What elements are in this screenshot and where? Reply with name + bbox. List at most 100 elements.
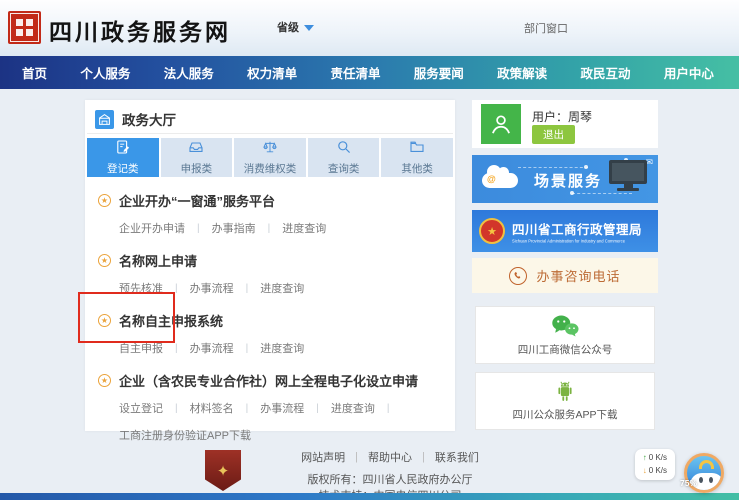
separator: | <box>387 403 390 414</box>
at-icon: @ <box>487 174 496 184</box>
service-title-text: 企业开办“一窗通”服务平台 <box>119 191 275 210</box>
nav-item[interactable]: 服务要闻 <box>414 63 464 82</box>
decor-dot <box>570 191 574 195</box>
hall-icon <box>95 110 114 129</box>
aic-banner[interactable]: ★ 四川省工商行政管理局 Sichuan Provincial Administ… <box>472 210 658 252</box>
service-link[interactable]: 设立登记 <box>119 400 163 416</box>
main-nav: 首页 个人服务 法人服务 权力清单 责任清单 服务要闻 政策解读 政民互动 用户中心 <box>0 56 739 89</box>
service-links: 自主申报|办事流程|进度查询 <box>119 340 443 356</box>
service-link[interactable]: 办事指南 <box>212 220 256 236</box>
nav-item[interactable]: 政策解读 <box>497 63 547 82</box>
wechat-card[interactable]: 四川工商微信公众号 <box>475 306 655 364</box>
service-title-text: 名称自主申报系统 <box>119 311 223 330</box>
service-links: 预先核准 | 办事流程 | 进度查询 <box>119 280 443 296</box>
download-arrow-icon: ↓ <box>643 466 647 475</box>
service-link[interactable]: 办事流程 <box>190 340 234 356</box>
star-icon: ★ <box>98 314 111 327</box>
service-link[interactable]: 进度查询 <box>260 280 304 296</box>
tab-consumer-rights[interactable]: 消费维权类 <box>234 138 306 177</box>
service-title[interactable]: ★企业（含农民专业合作社）网上全程电子化设立申请 <box>98 371 443 390</box>
service-link[interactable]: 预先核准 <box>119 280 163 296</box>
nav-item[interactable]: 政民互动 <box>581 63 631 82</box>
tab-query[interactable]: 查询类 <box>308 138 380 177</box>
mascot-eye <box>699 477 703 483</box>
service-list: ★企业开办“一窗通”服务平台企业开办申请|办事指南|进度查询★名称网上申请预先核… <box>85 177 455 443</box>
user-icon <box>488 111 514 137</box>
service-link[interactable]: 办事流程 <box>190 280 234 296</box>
footer-link[interactable]: 网站声明 <box>291 449 355 465</box>
aic-subtitle: Sichuan Provincial Administration for In… <box>512 239 584 242</box>
footer-link[interactable]: 联系我们 <box>425 449 489 465</box>
logout-button[interactable]: 退出 <box>532 125 575 144</box>
separator: | <box>197 223 200 234</box>
service-title[interactable]: ★名称网上申请 <box>98 251 443 270</box>
footer-link[interactable]: 帮助中心 <box>358 449 422 465</box>
upload-speed-row: ↑0 K/s <box>643 452 667 464</box>
service-link[interactable]: 工商注册身份验证APP下载 <box>119 427 251 443</box>
dept-window-link[interactable]: 部门窗口 <box>524 20 568 36</box>
tab-declaration[interactable]: 申报类 <box>161 138 233 177</box>
separator: | <box>316 403 319 414</box>
service-links: 设立登记|材料签名|办事流程|进度查询|工商注册身份验证APP下载 <box>119 400 443 443</box>
nav-item[interactable]: 责任清单 <box>330 63 380 82</box>
scene-banner-title: 场景服务 <box>534 170 602 191</box>
national-emblem-icon: ★ <box>479 218 505 244</box>
mascot-eye <box>709 477 713 483</box>
service-link[interactable]: 进度查询 <box>282 220 326 236</box>
separator: | <box>175 283 178 294</box>
separator: | <box>246 403 249 414</box>
user-card: 用户：周琴 退出 <box>472 100 658 148</box>
nav-item[interactable]: 法人服务 <box>164 63 214 82</box>
separator: | <box>268 223 271 234</box>
service-item: ★名称网上申请预先核准 | 办事流程 | 进度查询 <box>98 251 443 296</box>
aic-title: 四川省工商行政管理局 <box>512 219 651 238</box>
footer-badge: ✦ <box>205 450 241 491</box>
service-item: ★名称自主申报系统自主申报|办事流程|进度查询 <box>98 311 443 356</box>
service-title[interactable]: ★ 名称自主申报系统 <box>98 311 443 330</box>
tab-registration[interactable]: 登记类 <box>87 138 159 177</box>
service-link[interactable]: 进度查询 <box>260 340 304 356</box>
service-links: 企业开办申请 | 办事指南 | 进度查询 <box>119 220 443 236</box>
tab-label: 申报类 <box>181 161 213 176</box>
service-hall-panel: 政务大厅 登记类申报类消费维权类查询类其他类 ★企业开办“一窗通”服务平台企业开… <box>85 100 455 431</box>
footer-copyright: 版权所有：四川省人民政府办公厅 <box>308 471 473 487</box>
scene-service-banner[interactable]: @ ✉ 场景服务 <box>472 155 658 203</box>
chevron-down-icon <box>304 25 314 31</box>
mascot-percent-label: 75% <box>680 478 697 488</box>
level-selector[interactable]: 省级 <box>277 19 314 35</box>
footer-links: 网站声明|帮助中心|联系我们 <box>240 449 540 465</box>
service-link[interactable]: 材料签名 <box>190 400 234 416</box>
avatar <box>481 104 521 144</box>
query-icon <box>336 139 352 160</box>
service-title-text: 企业（含农民专业合作社）网上全程电子化设立申请 <box>119 371 418 390</box>
separator: | <box>246 343 249 354</box>
nav-item[interactable]: 用户中心 <box>664 63 714 82</box>
phone-consult-card[interactable]: 办事咨询电话 <box>472 258 658 293</box>
upload-arrow-icon: ↑ <box>643 453 647 462</box>
consumer-rights-icon <box>262 139 278 160</box>
download-speed: 0 K/s <box>649 466 667 475</box>
phone-card-label: 办事咨询电话 <box>536 266 620 285</box>
service-link[interactable]: 企业开办申请 <box>119 220 185 236</box>
service-link[interactable]: 自主申报 <box>119 340 163 356</box>
panel-title: 政务大厅 <box>122 109 176 129</box>
tab-others[interactable]: 其他类 <box>381 138 453 177</box>
site-logo-seal-icon <box>8 11 41 44</box>
nav-item[interactable]: 权力清单 <box>247 63 297 82</box>
android-icon <box>555 380 575 403</box>
service-title[interactable]: ★企业开办“一窗通”服务平台 <box>98 191 443 210</box>
app-download-card[interactable]: 四川公众服务APP下载 <box>475 372 655 430</box>
separator: | <box>246 283 249 294</box>
sidebar: 用户：周琴 退出 @ ✉ 场景服务 ★ 四川省工商行政管理局 Sichuan P… <box>472 100 658 438</box>
service-item: ★企业（含农民专业合作社）网上全程电子化设立申请设立登记 | 材料签名 | 办事流程 | 进… <box>98 371 443 443</box>
monitor-icon <box>609 160 647 184</box>
nav-item[interactable]: 个人服务 <box>80 63 130 82</box>
star-icon: ★ <box>98 254 111 267</box>
declaration-icon <box>188 139 204 160</box>
service-link[interactable]: 办事流程 <box>260 400 304 416</box>
service-link[interactable]: 进度查询 <box>331 400 375 416</box>
nav-item[interactable]: 首页 <box>22 63 47 82</box>
network-speed-indicator: ↑0 K/s ↓0 K/s <box>635 449 675 480</box>
service-item: ★企业开办“一窗通”服务平台企业开办申请 | 办事指南 | 进度查询 <box>98 191 443 236</box>
download-speed-row: ↓0 K/s <box>643 465 667 477</box>
